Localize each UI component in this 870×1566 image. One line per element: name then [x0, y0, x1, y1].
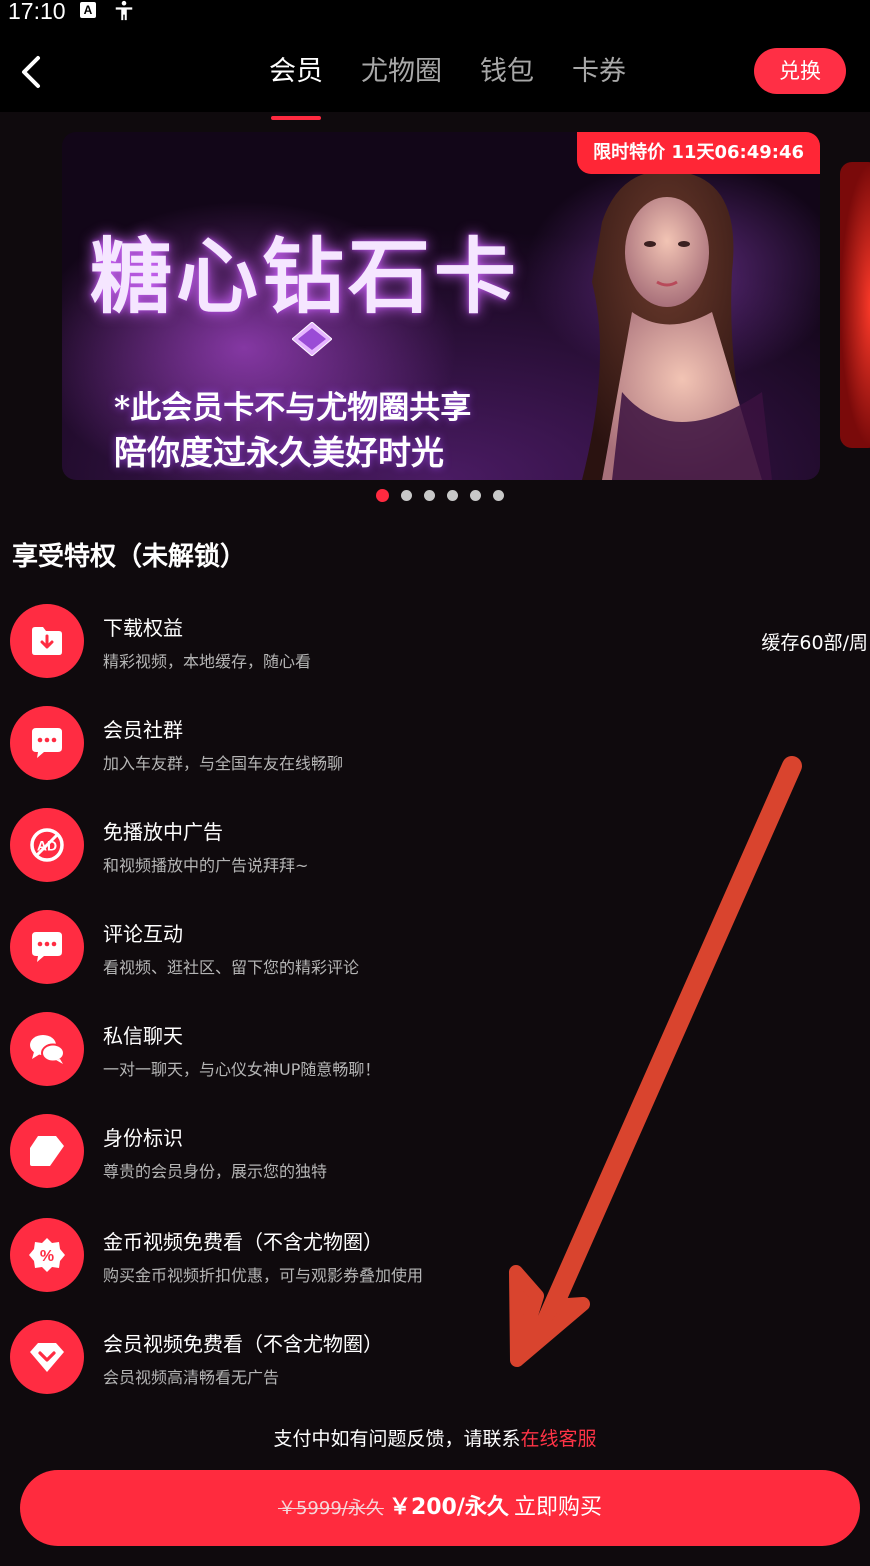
- privilege-description: 会员视频高清畅看无广告: [103, 1368, 280, 1387]
- privilege-description: 和视频播放中的广告说拜拜~: [103, 856, 309, 875]
- privilege-description: 购买金币视频折扣优惠，可与观影券叠加使用: [103, 1266, 424, 1285]
- buy-now-button[interactable]: ￥5999/永久 ￥200/永久 立即购买: [20, 1470, 860, 1546]
- privileges-heading: 享受特权（未解锁）: [12, 542, 247, 572]
- support-text: 支付中如有问题反馈，请联系: [273, 1428, 521, 1450]
- carousel-dot[interactable]: [470, 490, 481, 501]
- vip-diamond-icon: [10, 1320, 84, 1394]
- carousel-dot[interactable]: [401, 490, 412, 501]
- payment-support-note: 支付中如有问题反馈，请联系在线客服: [0, 1424, 870, 1451]
- tab-wallet[interactable]: 钱包: [461, 52, 553, 108]
- download-folder-icon: [10, 604, 84, 678]
- privilege-title: 下载权益: [103, 616, 183, 640]
- svg-text:AD: AD: [37, 838, 57, 854]
- next-banner-peek[interactable]: [840, 162, 870, 448]
- no-ad-icon: AD: [10, 808, 84, 882]
- privilege-title: 评论互动: [103, 922, 183, 946]
- tab-youwu-circle[interactable]: 尤物圈: [342, 52, 461, 108]
- privilege-description: 加入车友群，与全国车友在线畅聊: [103, 754, 344, 773]
- privilege-description: 一对一聊天，与心仪女神UP随意畅聊！: [103, 1060, 381, 1079]
- online-service-link[interactable]: 在线客服: [521, 1428, 597, 1450]
- back-arrow-icon[interactable]: [14, 52, 50, 92]
- chat-bubble-icon: [10, 706, 84, 780]
- privilege-item: 会员视频免费看（不含尤物圈） 会员视频高清畅看无广告: [10, 1320, 870, 1396]
- tab-membership[interactable]: 会员: [250, 52, 342, 120]
- privilege-title: 私信聊天: [103, 1024, 183, 1048]
- limited-offer-countdown-badge: 限时特价 11天06:49:46: [577, 132, 820, 174]
- privilege-title: 身份标识: [103, 1126, 183, 1150]
- carousel-dot[interactable]: [424, 490, 435, 501]
- banner-model-image: [582, 170, 772, 480]
- private-chat-icon: [10, 1012, 84, 1086]
- accessibility-icon: [115, 0, 133, 21]
- privilege-title: 免播放中广告: [103, 820, 223, 844]
- comment-bubble-icon: [10, 910, 84, 984]
- privilege-item: % 金币视频免费看（不含尤物圈） 购买金币视频折扣优惠，可与观影券叠加使用: [10, 1218, 870, 1294]
- banner-tagline: 陪你度过永久美好时光: [114, 433, 444, 472]
- privilege-item: 会员社群 加入车友群，与全国车友在线畅聊: [10, 706, 870, 782]
- svg-text:%: %: [40, 1248, 54, 1265]
- privilege-title: 会员社群: [103, 718, 183, 742]
- carousel-dot[interactable]: [447, 490, 458, 501]
- original-price: ￥5999/永久: [277, 1498, 384, 1519]
- privilege-item: 评论互动 看视频、逛社区、留下您的精彩评论: [10, 910, 870, 986]
- banner-subtitle: *此会员卡不与尤物圈共享: [114, 390, 472, 426]
- carousel-indicator: [376, 489, 504, 502]
- privilege-description: 尊贵的会员身份，展示您的独特: [103, 1162, 328, 1181]
- redeem-button[interactable]: 兑换: [754, 48, 846, 94]
- identity-badge-icon: [10, 1114, 84, 1188]
- status-bar: 17:10 A: [0, 0, 870, 24]
- tab-coupons[interactable]: 卡券: [553, 52, 645, 108]
- privilege-item: 身份标识 尊贵的会员身份，展示您的独特: [10, 1114, 870, 1190]
- privilege-description: 看视频、逛社区、留下您的精彩评论: [103, 958, 360, 977]
- discount-coin-icon: %: [10, 1218, 84, 1292]
- privilege-item: 私信聊天 一对一聊天，与心仪女神UP随意畅聊！: [10, 1012, 870, 1088]
- status-time: 17:10: [8, 0, 66, 24]
- banner-title: 糖心钻石卡: [90, 229, 521, 325]
- download-quota: 缓存60部/周: [761, 632, 868, 654]
- privilege-item: AD 免播放中广告 和视频播放中的广告说拜拜~: [10, 808, 870, 884]
- membership-banner[interactable]: 糖心钻石卡 *此会员卡不与尤物圈共享 陪你度过永久美好时光 限时特价 11天06…: [62, 132, 820, 480]
- privilege-description: 精彩视频，本地缓存，随心看: [103, 652, 312, 671]
- carousel-dot[interactable]: [376, 489, 389, 502]
- carousel-dot[interactable]: [493, 490, 504, 501]
- privilege-item: 下载权益 精彩视频，本地缓存，随心看 缓存60部/周: [10, 604, 870, 680]
- keyboard-indicator-icon: A: [80, 2, 96, 18]
- top-nav-bar: 会员 尤物圈 钱包 卡券 兑换: [0, 24, 870, 120]
- sale-price: ￥200/永久: [388, 1495, 509, 1520]
- buy-now-label: 立即购买: [514, 1495, 603, 1520]
- privilege-title: 会员视频免费看（不含尤物圈）: [103, 1332, 383, 1356]
- privilege-title: 金币视频免费看（不含尤物圈）: [103, 1230, 383, 1254]
- tab-bar: 会员 尤物圈 钱包 卡券: [250, 52, 645, 120]
